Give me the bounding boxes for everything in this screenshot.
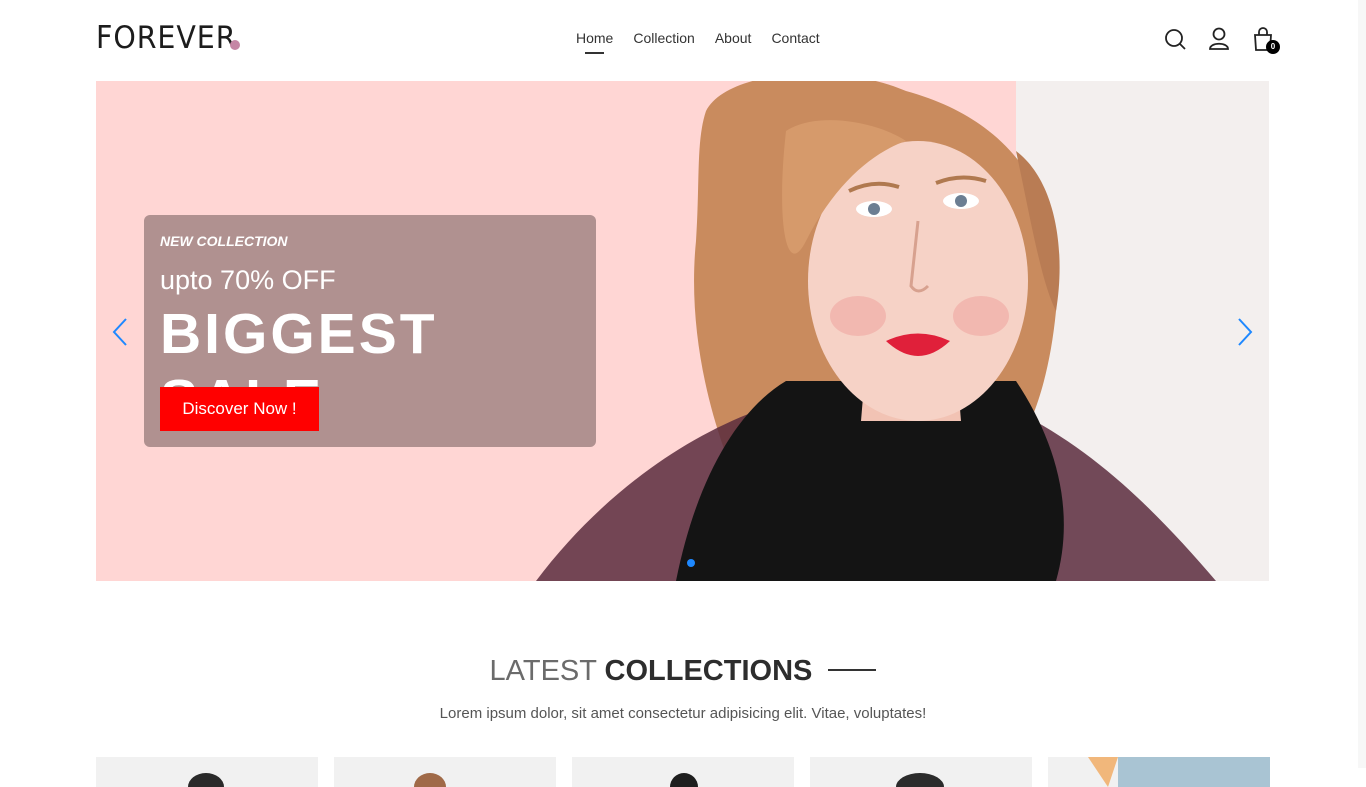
title-underline	[828, 669, 877, 672]
shopping-bag-icon[interactable]: 0	[1252, 26, 1280, 54]
page-scrollbar[interactable]	[1358, 0, 1366, 768]
main-nav: Home Collection About Contact	[576, 30, 820, 54]
product-card[interactable]	[334, 757, 556, 787]
product-card[interactable]	[96, 757, 318, 787]
product-card[interactable]	[1048, 757, 1270, 787]
hero-banner: NEW COLLECTION upto 70% OFF BIGGEST SALE…	[96, 81, 1269, 581]
brand-logo[interactable]: FOREVER	[96, 20, 236, 56]
search-icon[interactable]	[1164, 26, 1186, 52]
promo-card: NEW COLLECTION upto 70% OFF BIGGEST SALE…	[144, 215, 596, 447]
site-header: FOREVER Home Collection About Contact 0	[0, 0, 1366, 81]
product-card[interactable]	[810, 757, 1032, 787]
product-grid	[96, 757, 1270, 787]
latest-title-light: LATEST	[489, 655, 597, 687]
promo-kicker: NEW COLLECTION	[160, 233, 288, 249]
latest-collections-heading: LATEST COLLECTIONS	[0, 655, 1366, 688]
brand-logo-dot	[230, 40, 240, 50]
promo-subtitle: upto 70% OFF	[160, 265, 336, 295]
user-icon[interactable]	[1208, 26, 1230, 52]
nav-home[interactable]: Home	[576, 30, 613, 54]
carousel-prev-icon[interactable]	[108, 317, 132, 347]
product-card[interactable]	[572, 757, 794, 787]
latest-description: Lorem ipsum dolor, sit amet consectetur …	[439, 705, 927, 722]
nav-collection[interactable]: Collection	[633, 30, 694, 46]
nav-about[interactable]: About	[715, 30, 752, 46]
latest-title-bold: COLLECTIONS	[604, 655, 813, 687]
carousel-next-icon[interactable]	[1233, 317, 1257, 347]
discover-now-button[interactable]: Discover Now !	[160, 387, 319, 431]
nav-contact[interactable]: Contact	[771, 30, 819, 46]
carousel-dot-active[interactable]	[687, 559, 695, 567]
cart-count-badge: 0	[1266, 40, 1280, 54]
header-icons: 0	[1164, 26, 1280, 54]
